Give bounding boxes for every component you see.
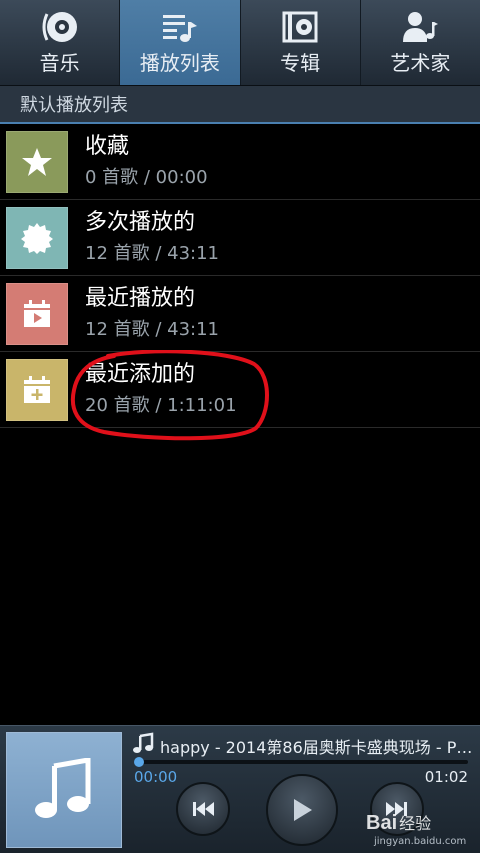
album-art[interactable] (6, 732, 122, 848)
watermark-text: 经验 (399, 814, 432, 833)
playlist-title: 收藏 (85, 133, 130, 159)
play-button[interactable] (266, 774, 338, 846)
calendar-add-icon (6, 358, 68, 421)
tab-playlist[interactable]: 播放列表 (120, 0, 241, 85)
tab-bar: 音乐 播放列表 专辑 艺术家 (0, 0, 480, 86)
calendar-play-icon (6, 282, 68, 345)
tab-label: 艺术家 (390, 51, 451, 75)
playlist-subtitle: 12 首歌 / 43:11 (85, 242, 220, 264)
watermark-url: jingyan.baidu.com (374, 836, 467, 847)
total-time: 01:02 (424, 768, 468, 786)
artist-icon (400, 9, 440, 45)
playlist-title: 多次播放的 (85, 209, 196, 235)
now-playing-title: happy - 2014第86届奥斯卡盛典现场 - Pharr... (160, 738, 474, 757)
star-icon (6, 130, 68, 193)
list-item[interactable]: 最近播放的 12 首歌 / 43:11 (0, 276, 480, 352)
tab-music[interactable]: 音乐 (0, 0, 121, 85)
previous-button[interactable] (176, 782, 230, 836)
tab-label: 音乐 (39, 51, 80, 75)
tab-label: 专辑 (280, 51, 321, 75)
playlist-subtitle: 12 首歌 / 43:11 (85, 318, 220, 340)
seek-bar-handle[interactable] (134, 757, 144, 767)
previous-icon (193, 802, 214, 816)
play-icon (294, 799, 312, 821)
playlist-list: 收藏 0 首歌 / 00:00 多次播放的 12 首歌 / 43:11 最近播放… (0, 124, 480, 428)
music-note-icon (35, 758, 91, 818)
list-item[interactable]: 多次播放的 12 首歌 / 43:11 (0, 200, 480, 276)
badge-icon (6, 206, 68, 269)
playlist-icon (160, 9, 200, 45)
tab-artist[interactable]: 艺术家 (361, 0, 480, 85)
watermark: Bai 经验 jingyan.baidu.com (366, 810, 466, 847)
watermark-brand: Bai (366, 812, 398, 834)
playlist-subtitle: 0 首歌 / 00:00 (85, 166, 208, 188)
playlist-title: 最近播放的 (85, 285, 196, 311)
tab-label: 播放列表 (139, 51, 220, 75)
section-header-label: 默认播放列表 (20, 95, 128, 116)
music-note-icon (133, 732, 154, 753)
list-item[interactable]: 收藏 0 首歌 / 00:00 (0, 124, 480, 200)
section-header: 默认播放列表 (0, 86, 480, 124)
music-disc-icon (40, 9, 80, 45)
playlist-subtitle: 20 首歌 / 1:11:01 (85, 394, 237, 416)
current-time: 00:00 (134, 768, 178, 786)
tab-album[interactable]: 专辑 (241, 0, 361, 85)
album-icon (280, 9, 320, 45)
playlist-title: 最近添加的 (85, 361, 196, 387)
list-item[interactable]: 最近添加的 20 首歌 / 1:11:01 (0, 352, 480, 428)
seek-bar[interactable] (134, 757, 468, 767)
